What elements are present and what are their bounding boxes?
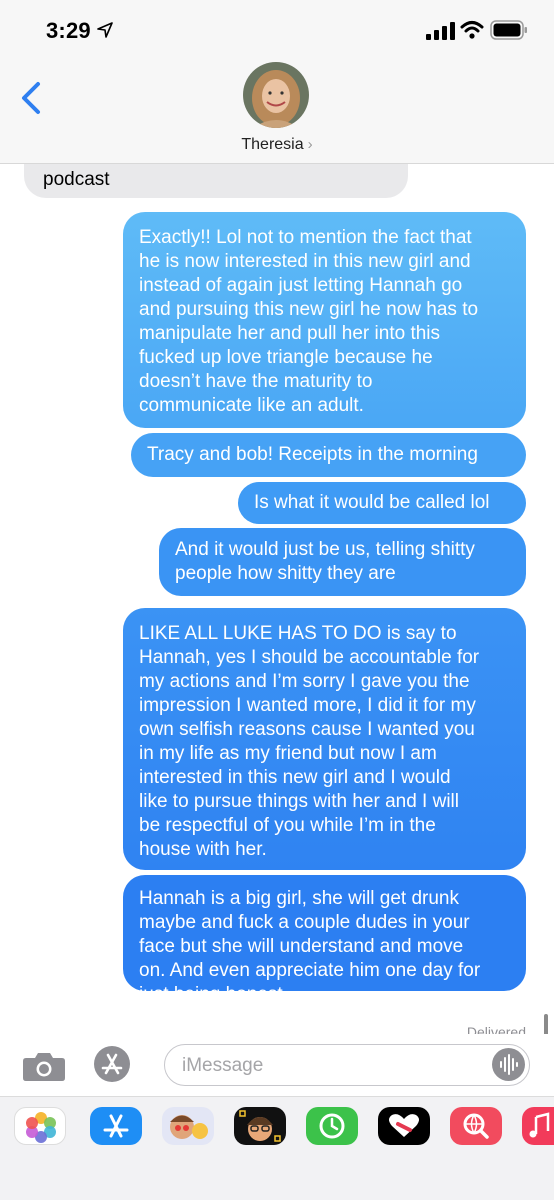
back-chevron-icon[interactable]	[18, 80, 46, 116]
message-input-placeholder: iMessage	[182, 1055, 264, 1076]
status-time: 3:29	[46, 18, 91, 43]
camera-icon[interactable]	[22, 1050, 66, 1082]
outgoing-message[interactable]: Is what it would be called lol	[238, 482, 526, 524]
wifi-icon	[460, 21, 484, 39]
status-bar: 3:29	[0, 0, 554, 60]
outgoing-message[interactable]: Hannah is a big girl, she will get drunk…	[123, 875, 526, 1005]
message-thread[interactable]: podcast Exactly!! Lol not to mention the…	[0, 164, 554, 1034]
composer-bar: iMessage	[0, 1034, 554, 1096]
conversation-header: Theresia ›	[0, 60, 554, 164]
imessage-app-drawer	[0, 1096, 554, 1200]
location-arrow-icon	[97, 22, 113, 38]
contact-name: Theresia	[241, 136, 304, 153]
chevron-right-icon: ›	[307, 136, 313, 153]
outgoing-message[interactable]: Exactly!! Lol not to mention the fact th…	[123, 212, 526, 428]
contact-avatar[interactable]	[243, 62, 309, 128]
delivery-status: Delivered	[466, 1024, 526, 1034]
scrollbar[interactable]	[544, 1014, 548, 1034]
memoji-icon[interactable]	[234, 1107, 286, 1145]
app-store-icon[interactable]	[94, 1046, 130, 1082]
web-search-icon[interactable]	[450, 1107, 502, 1145]
incoming-message[interactable]: podcast	[24, 164, 408, 198]
photos-app-icon[interactable]	[14, 1107, 66, 1145]
digital-touch-icon[interactable]	[378, 1107, 430, 1145]
outgoing-message[interactable]: LIKE ALL LUKE HAS TO DO is say to Hannah…	[123, 608, 526, 870]
battery-icon	[490, 20, 527, 40]
music-app-icon[interactable]	[522, 1107, 554, 1145]
message-input[interactable]: iMessage	[164, 1044, 530, 1086]
audio-waveform-icon[interactable]	[492, 1048, 525, 1081]
avatar-photo	[243, 62, 309, 128]
app-store-app-icon[interactable]	[90, 1107, 142, 1145]
activity-app-icon[interactable]	[306, 1107, 358, 1145]
outgoing-message[interactable]: Tracy and bob! Receipts in the morning	[131, 433, 526, 477]
contact-name-button[interactable]: Theresia ›	[0, 136, 554, 154]
outgoing-message[interactable]: And it would just be us, telling shitty …	[159, 528, 526, 596]
memoji-stickers-icon[interactable]	[162, 1107, 214, 1145]
signal-icon	[426, 22, 455, 40]
